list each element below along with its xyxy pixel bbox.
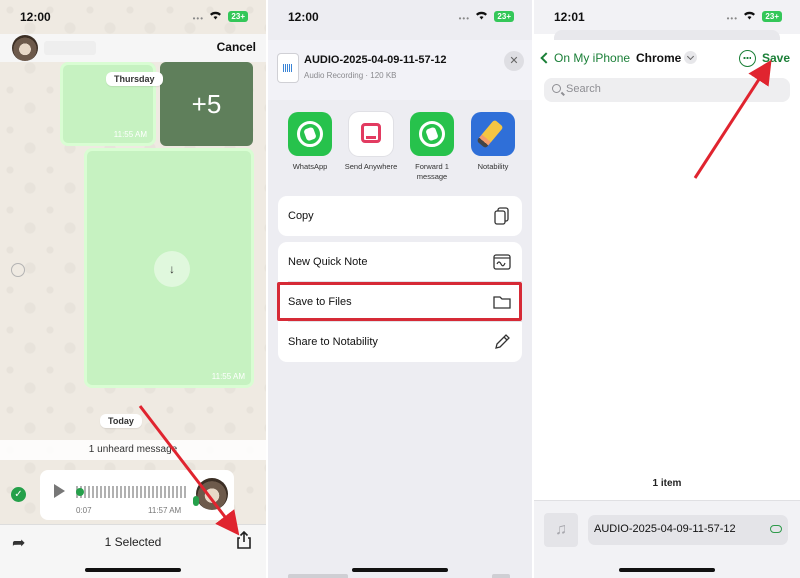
status-time: 12:00	[20, 10, 51, 24]
chat-header: Cancel	[0, 34, 266, 62]
search-placeholder: Search	[566, 83, 601, 95]
action-copy[interactable]: Copy	[278, 196, 522, 236]
save-button[interactable]: Save	[762, 51, 790, 65]
home-indicator	[85, 568, 181, 572]
item-count: 1 item	[652, 478, 682, 489]
unheard-banner: 1 unheard message	[0, 440, 266, 460]
chevron-down-icon[interactable]	[684, 51, 697, 64]
selected-check-icon[interactable]: ✓	[11, 487, 26, 502]
file-subtitle: Audio Recording · 120 KB	[304, 71, 397, 80]
music-note-icon: ♫	[544, 513, 578, 547]
more-icon[interactable]	[739, 50, 756, 67]
folder-title[interactable]: Chrome	[636, 51, 681, 65]
contact-avatar[interactable]	[12, 35, 38, 61]
download-icon[interactable]: ↓	[154, 251, 190, 287]
notability-icon	[471, 112, 515, 156]
files-save-panel: 12:01 ••• 23+ On My iPhone Chrome Save S…	[534, 0, 800, 578]
tag-icon[interactable]	[770, 525, 782, 533]
action-label: Share to Notability	[288, 336, 378, 348]
file-name-field[interactable]: AUDIO-2025-04-09-11-57-12	[588, 515, 788, 545]
status-time: 12:01	[554, 10, 585, 24]
date-separator: Thursday	[106, 72, 163, 86]
wifi-icon	[210, 11, 221, 20]
search-icon	[552, 84, 561, 93]
audio-file-icon	[278, 54, 298, 82]
share-sheet-panel: 12:00 ••• 23+ AUDIO-2025-04-09-11-57-12 …	[268, 0, 532, 578]
app-label: Notability	[477, 162, 509, 171]
highlight-box	[277, 282, 522, 321]
action-label: Copy	[288, 210, 314, 222]
whatsapp-icon	[288, 112, 332, 156]
date-separator: Today	[100, 414, 142, 428]
share-app-notability[interactable]: Notability	[465, 112, 521, 172]
playhead-dot[interactable]	[76, 488, 84, 496]
app-label: WhatsApp	[292, 162, 328, 171]
signal-icon: •••	[726, 14, 738, 23]
battery-indicator: 23+	[494, 11, 514, 22]
home-indicator	[619, 568, 715, 572]
more-images-count: +5	[191, 88, 222, 119]
pencil-icon	[495, 334, 510, 349]
selection-toolbar: ➦ 1 Selected	[0, 524, 266, 578]
message-timestamp: 11:57 AM	[148, 506, 182, 515]
signal-icon: •••	[192, 14, 204, 23]
image-message[interactable]: ↓ 11:55 AM	[84, 148, 254, 388]
more-images-tile[interactable]: +5	[160, 62, 253, 146]
file-name-text: AUDIO-2025-04-09-11-57-12	[594, 523, 736, 535]
selected-count: 1 Selected	[104, 535, 162, 549]
back-button[interactable]: On My iPhone	[540, 51, 631, 65]
app-label: Send Anywhere	[344, 162, 398, 171]
action-quick-note[interactable]: New Quick Note	[278, 242, 522, 282]
status-bar: 12:00 ••• 23+	[0, 0, 266, 34]
status-time: 12:00	[288, 10, 319, 24]
signal-icon: •••	[458, 14, 470, 23]
whatsapp-icon	[410, 112, 454, 156]
send-anywhere-icon	[349, 112, 393, 156]
sheet-stack-edge	[554, 30, 780, 40]
message-timestamp: 11:55 AM	[113, 130, 147, 139]
status-bar: 12:00 ••• 23+	[268, 0, 532, 34]
copy-group: Copy	[278, 196, 522, 236]
voice-duration: 0:07	[76, 506, 92, 515]
share-app-whatsapp[interactable]: WhatsApp	[282, 112, 338, 172]
share-sheet-header: AUDIO-2025-04-09-11-57-12 Audio Recordin…	[268, 40, 532, 100]
play-icon[interactable]	[54, 484, 65, 498]
action-label: New Quick Note	[288, 256, 368, 268]
cancel-button[interactable]: Cancel	[217, 40, 256, 54]
status-bar: 12:01 ••• 23+	[534, 0, 800, 34]
wifi-icon	[744, 11, 755, 20]
share-app-send-anywhere[interactable]: Send Anywhere	[343, 112, 399, 172]
copy-icon	[494, 207, 509, 225]
save-footer: ♫ AUDIO-2025-04-09-11-57-12	[534, 500, 800, 578]
back-label: On My iPhone	[554, 51, 631, 65]
share-app-forward-message[interactable]: Forward 1 message	[404, 112, 460, 182]
action-share-notability[interactable]: Share to Notability	[278, 322, 522, 362]
chevron-left-icon	[540, 52, 552, 64]
cutoff-row	[288, 574, 348, 578]
mic-icon	[193, 496, 199, 506]
select-circle[interactable]	[11, 263, 25, 277]
app-label: Forward 1 message	[415, 162, 449, 181]
file-title: AUDIO-2025-04-09-11-57-12	[304, 54, 447, 66]
battery-indicator: 23+	[228, 11, 248, 22]
whatsapp-chat-panel: 12:00 ••• 23+ Cancel 11:55 AM +5 Thursda…	[0, 0, 266, 578]
cutoff-icon	[492, 574, 510, 578]
sender-avatar	[196, 478, 228, 510]
share-icon[interactable]	[236, 531, 252, 549]
wifi-icon	[476, 11, 487, 20]
contact-name-redacted	[44, 41, 96, 55]
share-app-row: WhatsApp Send Anywhere Forward 1 message…	[268, 104, 532, 192]
files-nav-bar: On My iPhone Chrome Save	[534, 40, 800, 80]
message-timestamp: 11:55 AM	[211, 372, 245, 381]
close-icon[interactable]: ✕	[504, 51, 524, 71]
voice-message[interactable]: 0:07 11:57 AM	[40, 470, 234, 520]
quick-note-icon	[493, 254, 511, 270]
home-indicator	[352, 568, 448, 572]
battery-indicator: 23+	[762, 11, 782, 22]
audio-waveform[interactable]	[76, 486, 186, 498]
search-field[interactable]: Search	[544, 78, 790, 102]
